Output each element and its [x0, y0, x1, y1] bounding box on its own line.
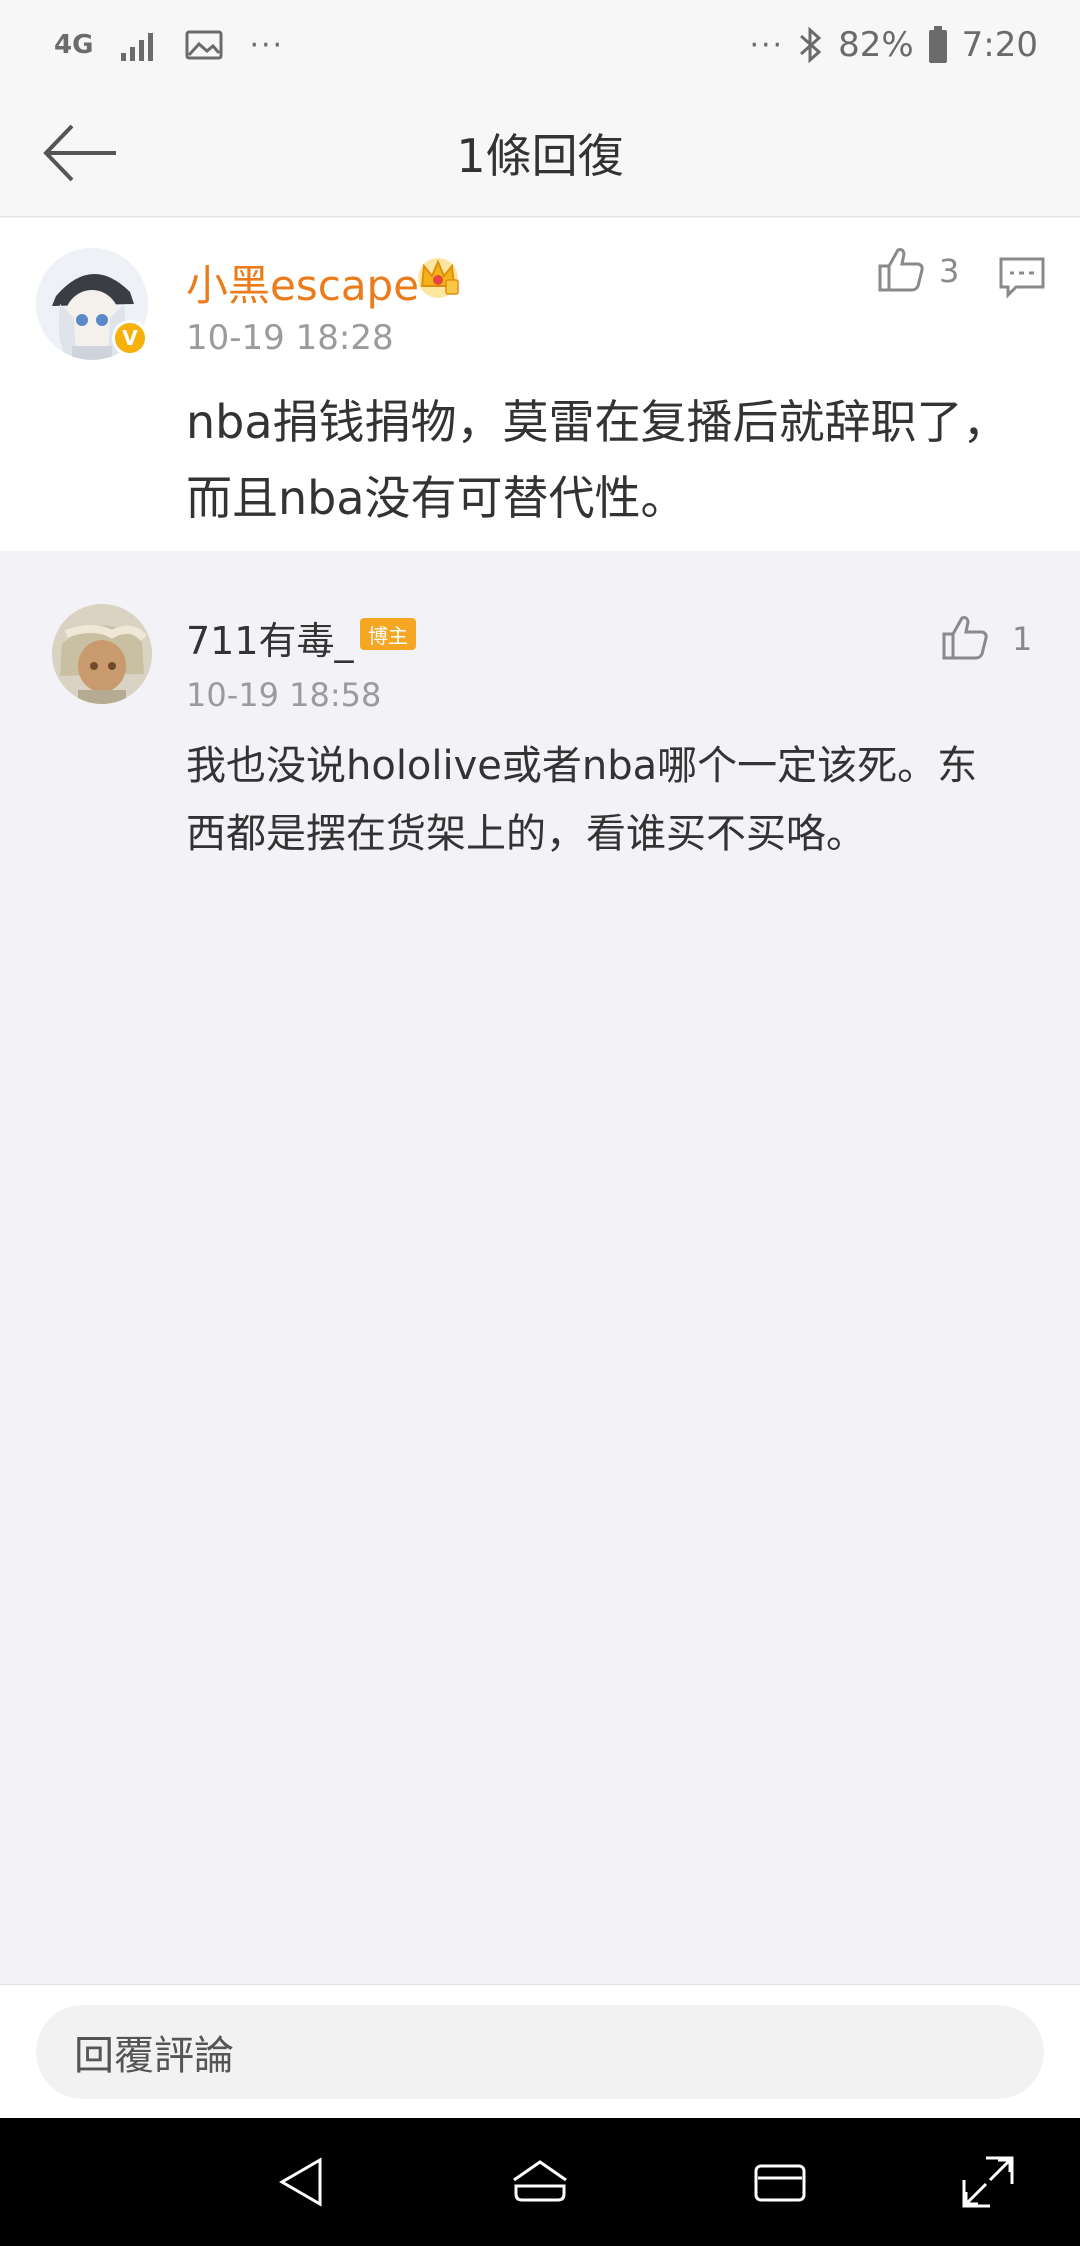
status-left: 4G ···: [54, 28, 284, 63]
avatar-illustration: [52, 604, 152, 704]
status-bar: 4G ··· ··· 82% 7:20: [0, 0, 1080, 90]
more-status-indicator: ···: [749, 27, 785, 63]
battery-percent: 82%: [838, 25, 914, 65]
signal-icon: [121, 33, 154, 61]
reply-input[interactable]: 回覆評論: [36, 2005, 1044, 2099]
reply-list: 711有毒_ 博主 10-19 18:58 我也没说hololive或者nba哪…: [0, 582, 1080, 1982]
battery-icon: [928, 26, 947, 63]
navigation-bar: [0, 2118, 1080, 2246]
thumbs-up-icon[interactable]: [940, 612, 990, 662]
screen-rotate-icon[interactable]: [956, 2150, 1020, 2214]
blogger-badge: 博主: [360, 618, 416, 650]
clock: 7:20: [961, 25, 1038, 65]
like-count: 3: [939, 252, 960, 290]
page: 4G ··· ··· 82% 7:20 1條回復 V 小黑escape 10-1…: [0, 0, 1080, 2246]
comment-bubble-icon[interactable]: [998, 256, 1046, 298]
thumbs-up-icon[interactable]: [876, 244, 926, 294]
image-notification-icon: [185, 30, 223, 60]
bluetooth-icon: [800, 26, 822, 64]
nav-home-icon[interactable]: [508, 2150, 572, 2214]
comment-text: 我也没说hololive或者nba哪个一定该死。东西都是摆在货架上的，看谁买不买…: [186, 743, 978, 857]
username[interactable]: 小黑escape: [186, 252, 419, 313]
timestamp: 10-19 18:58: [186, 676, 382, 714]
more-notifications-indicator: ···: [249, 27, 285, 63]
verified-badge: V: [112, 320, 148, 356]
comment-text: nba捐钱捐物，莫雷在复播后就辞职了，而且nba没有可替代性。: [186, 395, 1009, 525]
crown-icon: [418, 258, 459, 298]
network-type: 4G: [54, 30, 94, 60]
reply-bar: 回覆評論: [0, 1984, 1080, 2118]
like-count: 1: [1012, 620, 1033, 658]
nav-recents-icon[interactable]: [748, 2150, 812, 2214]
header: 1條回復: [0, 90, 1080, 217]
timestamp: 10-19 18:28: [186, 318, 394, 358]
nav-back-icon[interactable]: [270, 2150, 334, 2214]
main-comment: V 小黑escape 10-19 18:28 nba捐钱捐物，莫雷在复播后就辞职…: [0, 218, 1080, 551]
avatar[interactable]: [52, 604, 152, 704]
page-title: 1條回復: [456, 129, 624, 183]
status-right: ··· 82% 7:20: [749, 25, 1038, 65]
username[interactable]: 711有毒_: [186, 610, 354, 665]
